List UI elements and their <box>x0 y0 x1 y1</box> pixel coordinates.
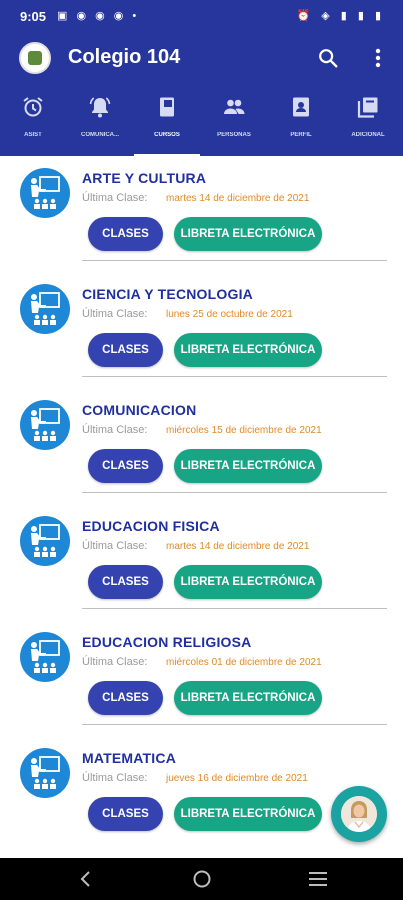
system-nav-bar <box>0 858 403 900</box>
last-class-date: martes 14 de diciembre de 2021 <box>166 193 310 204</box>
course-card: ARTE Y CULTURA Última Clase: martes 14 d… <box>0 156 403 272</box>
last-class-label: Última Clase: <box>82 308 148 320</box>
people-icon <box>224 99 245 114</box>
status-bar: 9:05 ▣ ◉ ◉ ◉ • ⏰ ◈ ▮ ▮ ▮ <box>0 0 403 33</box>
clases-button[interactable]: CLASES <box>88 333 163 367</box>
tab-label: COMUNICA... <box>81 132 119 138</box>
libreta-electronica-button[interactable]: LIBRETA ELECTRÓNICA <box>174 797 322 831</box>
tab-comunicados[interactable]: COMUNICA... <box>67 83 133 156</box>
more-vertical-icon[interactable] <box>370 47 386 69</box>
notification-icons: ▣ ◉ ◉ ◉ • <box>57 10 140 22</box>
last-class-label: Última Clase: <box>82 424 148 436</box>
tab-cursos[interactable]: CURSOS <box>134 83 200 156</box>
last-class-label: Última Clase: <box>82 656 148 668</box>
course-name: EDUCACION FISICA <box>82 518 220 534</box>
course-name: CIENCIA Y TECNOLOGIA <box>82 286 253 302</box>
course-list: ARTE Y CULTURA Última Clase: martes 14 d… <box>0 156 403 856</box>
tab-label: ADICIONAL <box>351 132 385 138</box>
course-card: EDUCACION FISICA Última Clase: martes 14… <box>0 504 403 620</box>
last-class-date: lunes 25 de octubre de 2021 <box>166 309 293 320</box>
course-name: ARTE Y CULTURA <box>82 170 207 186</box>
library-icon <box>357 97 378 118</box>
alarm-clock-icon <box>23 97 43 117</box>
profile-icon <box>293 97 309 117</box>
divider <box>82 260 387 261</box>
recents-icon[interactable] <box>308 870 328 888</box>
last-class-date: jueves 16 de diciembre de 2021 <box>166 773 308 784</box>
profile-fab[interactable] <box>331 786 387 842</box>
course-name: EDUCACION RELIGIOSA <box>82 634 252 650</box>
divider <box>82 492 387 493</box>
avatar <box>341 796 377 832</box>
clases-button[interactable]: CLASES <box>88 449 163 483</box>
clases-button[interactable]: CLASES <box>88 217 163 251</box>
tab-label: PERFIL <box>290 132 312 138</box>
tab-label: ASIST <box>24 132 42 138</box>
libreta-electronica-button[interactable]: LIBRETA ELECTRÓNICA <box>174 681 322 715</box>
libreta-electronica-button[interactable]: LIBRETA ELECTRÓNICA <box>174 449 322 483</box>
bell-icon <box>89 97 111 118</box>
status-time: 9:05 <box>20 9 47 24</box>
divider <box>82 724 387 725</box>
tab-perfil[interactable]: PERFIL <box>268 83 334 156</box>
last-class-label: Última Clase: <box>82 772 148 784</box>
course-name: MATEMATICA <box>82 750 177 766</box>
clases-button[interactable]: CLASES <box>88 565 163 599</box>
course-card: CIENCIA Y TECNOLOGIA Última Clase: lunes… <box>0 272 403 388</box>
classroom-icon <box>20 284 70 334</box>
libreta-electronica-button[interactable]: LIBRETA ELECTRÓNICA <box>174 217 322 251</box>
last-class-date: miércoles 15 de diciembre de 2021 <box>166 425 322 436</box>
tab-adicional[interactable]: ADICIONAL <box>335 83 401 156</box>
classroom-icon <box>20 632 70 682</box>
clases-button[interactable]: CLASES <box>88 681 163 715</box>
search-icon[interactable] <box>317 47 339 69</box>
book-icon <box>160 97 174 117</box>
home-icon[interactable] <box>192 870 212 888</box>
course-card: COMUNICACION Última Clase: miércoles 15 … <box>0 388 403 504</box>
last-class-date: martes 14 de diciembre de 2021 <box>166 541 310 552</box>
last-class-label: Última Clase: <box>82 540 148 552</box>
libreta-electronica-button[interactable]: LIBRETA ELECTRÓNICA <box>174 333 322 367</box>
classroom-icon <box>20 748 70 798</box>
classroom-icon <box>20 516 70 566</box>
classroom-icon <box>20 168 70 218</box>
last-class-label: Última Clase: <box>82 192 148 204</box>
app-bar: Colegio 104 <box>0 33 403 83</box>
last-class-date: miércoles 01 de diciembre de 2021 <box>166 657 322 668</box>
clases-button[interactable]: CLASES <box>88 797 163 831</box>
classroom-icon <box>20 400 70 450</box>
tab-label: CURSOS <box>154 132 180 138</box>
course-name: COMUNICACION <box>82 402 197 418</box>
tab-label: PERSONAS <box>217 132 251 138</box>
school-logo <box>19 42 51 74</box>
divider <box>82 608 387 609</box>
back-icon[interactable] <box>78 870 94 888</box>
system-status-icons: ⏰ ◈ ▮ ▮ ▮ <box>296 10 385 22</box>
course-card: EDUCACION RELIGIOSA Última Clase: miérco… <box>0 620 403 736</box>
tab-bar: ASIST COMUNICA... CURSOS PERSONAS PERFIL… <box>0 83 403 156</box>
tab-asist[interactable]: ASIST <box>0 83 66 156</box>
libreta-electronica-button[interactable]: LIBRETA ELECTRÓNICA <box>174 565 322 599</box>
app-title: Colegio 104 <box>68 46 181 68</box>
divider <box>82 376 387 377</box>
tab-personas[interactable]: PERSONAS <box>201 83 267 156</box>
